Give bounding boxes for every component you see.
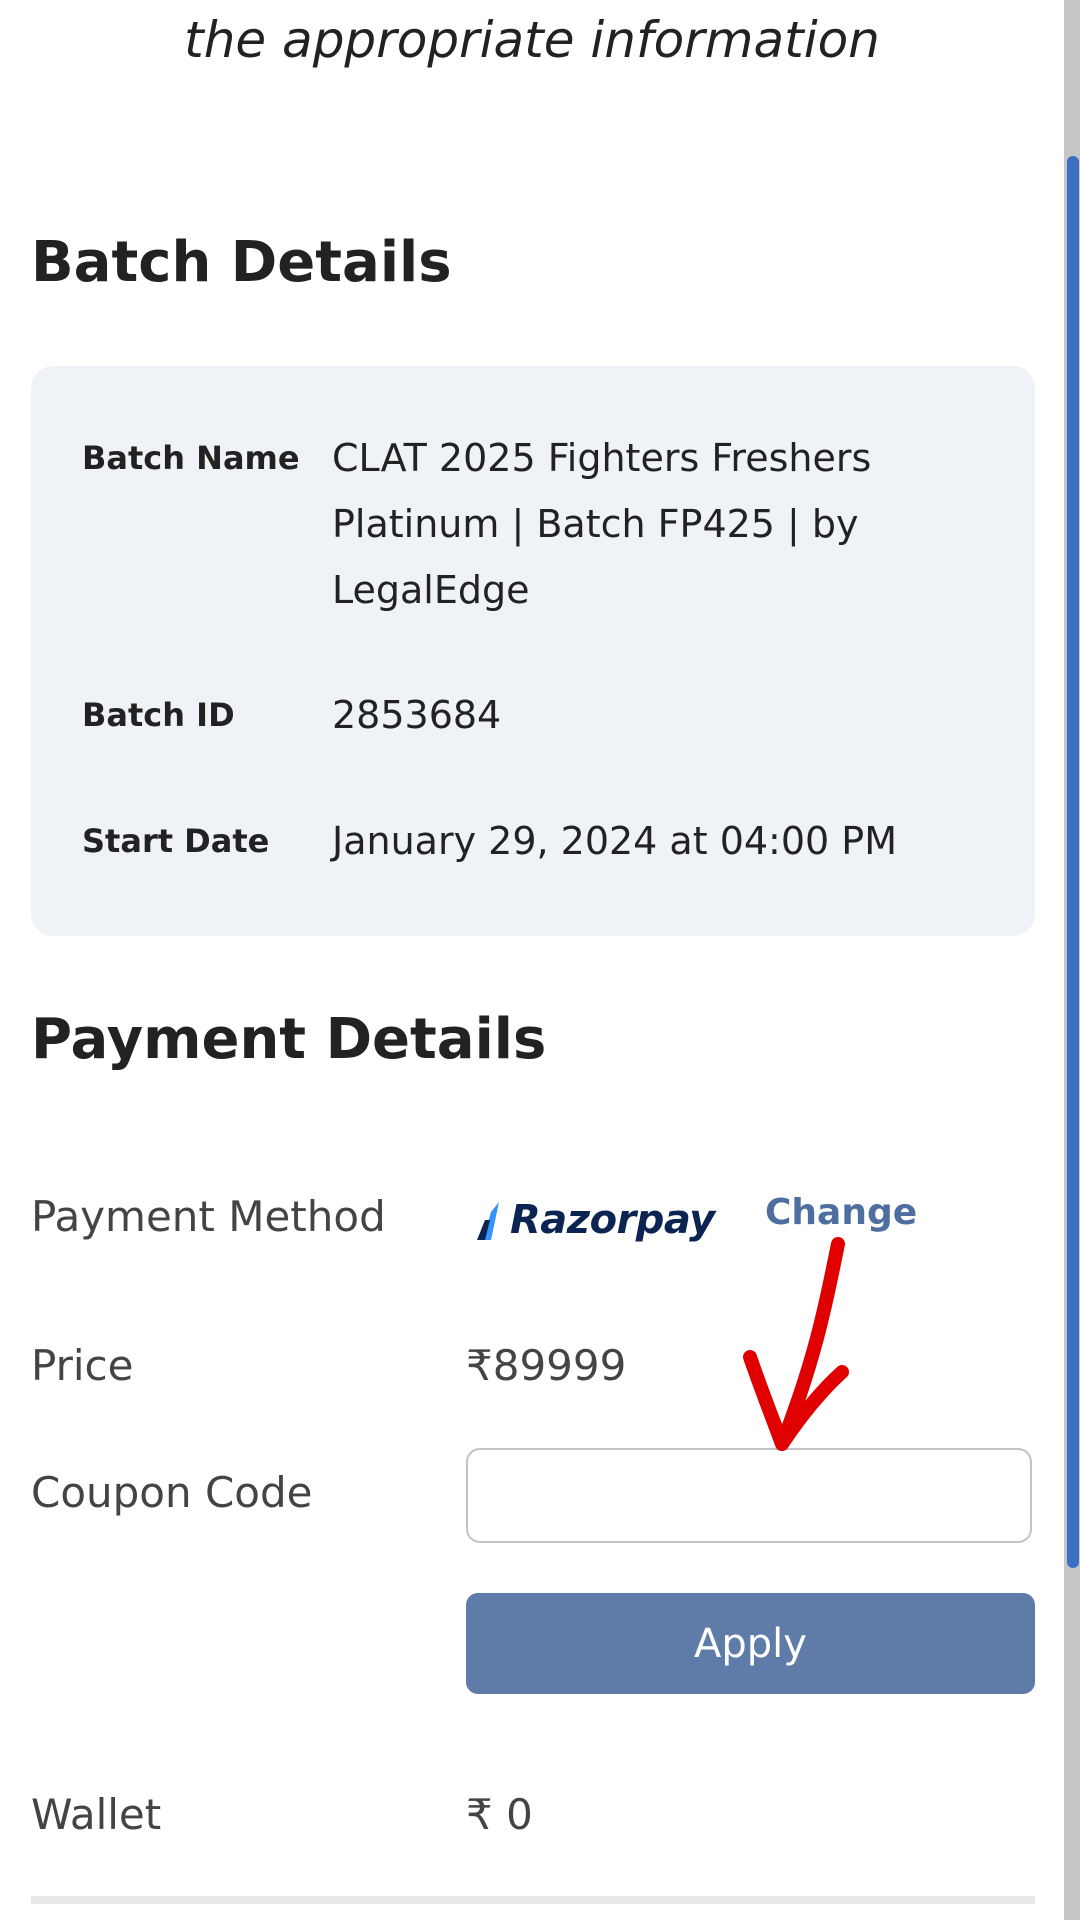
- razorpay-logo: Razorpay: [477, 1190, 715, 1250]
- price-value: ₹89999: [466, 1341, 627, 1390]
- change-payment-method-link[interactable]: Change: [765, 1183, 917, 1243]
- section-divider: [31, 1896, 1035, 1904]
- coupon-code-label: Coupon Code: [31, 1468, 313, 1517]
- red-arrow-down-icon: [743, 1237, 849, 1451]
- batch-name-label: Batch Name: [82, 439, 300, 477]
- batch-id-label: Batch ID: [82, 696, 235, 734]
- start-date-label: Start Date: [82, 822, 270, 860]
- apply-coupon-button[interactable]: Apply: [466, 1593, 1035, 1694]
- checkout-page: the appropriate information Batch Detail…: [0, 0, 1080, 1920]
- intro-text: the appropriate information: [184, 11, 880, 69]
- wallet-value: ₹ 0: [466, 1790, 533, 1839]
- start-date-value: January 29, 2024 at 04:00 PM: [332, 819, 897, 863]
- scrollbar-thumb[interactable]: [1067, 156, 1079, 1568]
- coupon-code-input[interactable]: [466, 1448, 1032, 1543]
- razorpay-logo-icon: [477, 1202, 499, 1240]
- batch-details-title: Batch Details: [31, 230, 452, 295]
- batch-id-value: 2853684: [332, 693, 502, 737]
- razorpay-wordmark: Razorpay: [510, 1197, 715, 1243]
- payment-method-label: Payment Method: [31, 1192, 386, 1241]
- wallet-label: Wallet: [31, 1790, 162, 1839]
- price-label: Price: [31, 1341, 134, 1390]
- batch-name-value: CLAT 2025 Fighters Freshers Platinum | B…: [332, 436, 872, 612]
- payment-details-title: Payment Details: [31, 1007, 547, 1072]
